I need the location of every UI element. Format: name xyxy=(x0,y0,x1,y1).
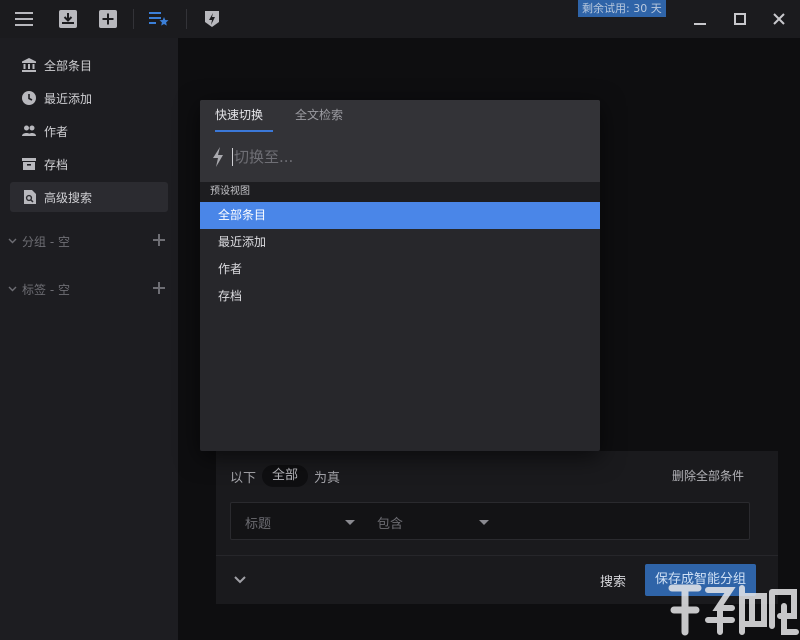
section-header: 预设视图 xyxy=(200,182,600,202)
menu-icon[interactable] xyxy=(12,7,36,31)
add-icon[interactable] xyxy=(152,233,166,247)
dialog-tabs: 快速切换 全文检索 xyxy=(200,100,600,132)
delete-all-conditions-button[interactable]: 删除全部条件 xyxy=(672,467,744,484)
clock-icon xyxy=(22,91,36,105)
archive-icon xyxy=(22,157,36,171)
text-cursor xyxy=(232,148,233,166)
group-header-label: 分组 - 空 xyxy=(22,234,70,249)
chevron-down-icon xyxy=(8,238,20,244)
chevron-down-icon xyxy=(8,286,20,292)
app-window: 剩余试用: 30 天 全部条目 最近添加 作者 存档 高级搜索 分组 - 空 标… xyxy=(0,0,800,640)
switch-input[interactable] xyxy=(234,145,574,169)
sidebar-item-recently-added[interactable]: 最近添加 xyxy=(10,83,168,113)
expand-chevron-icon[interactable] xyxy=(232,572,248,588)
sidebar-item-advanced-search[interactable]: 高级搜索 xyxy=(10,182,168,212)
toolbar-divider xyxy=(186,9,187,29)
sidebar-item-all-items[interactable]: 全部条目 xyxy=(10,50,168,80)
chevron-down-icon[interactable] xyxy=(479,520,489,525)
list-item[interactable]: 最近添加 xyxy=(200,229,600,256)
close-icon[interactable] xyxy=(769,9,789,29)
sidebar-item-authors[interactable]: 作者 xyxy=(10,116,168,146)
minimize-icon[interactable] xyxy=(690,9,710,29)
field-select[interactable]: 标题 xyxy=(245,513,271,532)
sidebar-item-label: 全部条目 xyxy=(44,58,93,73)
trial-badge: 剩余试用: 30 天 xyxy=(578,0,666,17)
search-button[interactable]: 搜索 xyxy=(600,571,626,590)
list-item[interactable]: 全部条目 xyxy=(200,202,600,229)
match-suffix: 为真 xyxy=(314,470,341,486)
sidebar-item-label: 高级搜索 xyxy=(44,190,93,205)
switch-input-row xyxy=(200,132,600,182)
top-toolbar: 剩余试用: 30 天 xyxy=(0,0,800,38)
add-icon[interactable] xyxy=(152,281,166,295)
bolt-icon xyxy=(212,147,224,167)
tab-quick-switch[interactable]: 快速切换 xyxy=(215,100,273,132)
sidebar: 全部条目 最近添加 作者 存档 高级搜索 分组 - 空 标签 - 空 xyxy=(0,38,178,640)
group-header-collections[interactable]: 分组 - 空 xyxy=(8,231,168,251)
list-item[interactable]: 作者 xyxy=(200,256,600,283)
list-item[interactable]: 存档 xyxy=(200,283,600,310)
divider xyxy=(216,555,778,556)
match-prefix: 以下 xyxy=(230,470,257,486)
sidebar-item-archive[interactable]: 存档 xyxy=(10,149,168,179)
add-box-icon[interactable] xyxy=(96,7,120,31)
chevron-down-icon[interactable] xyxy=(345,520,355,525)
tab-fulltext-search[interactable]: 全文检索 xyxy=(295,100,343,132)
group-header-label: 标签 - 空 xyxy=(22,282,70,297)
sidebar-item-label: 存档 xyxy=(44,157,69,172)
advanced-search-icon xyxy=(22,190,36,204)
operator-select[interactable]: 包含 xyxy=(377,513,403,532)
condition-row: 标题 包含 xyxy=(230,502,750,540)
toolbar-divider xyxy=(133,9,134,29)
smart-list-icon[interactable] xyxy=(147,7,171,31)
sidebar-item-label: 最近添加 xyxy=(44,91,93,106)
site-watermark-logo xyxy=(668,580,800,640)
maximize-icon[interactable] xyxy=(730,9,750,29)
people-icon xyxy=(22,124,36,138)
match-scope-toggle[interactable]: 全部 xyxy=(262,465,309,487)
bolt-badge-icon[interactable] xyxy=(200,7,224,31)
inbox-download-icon[interactable] xyxy=(56,7,80,31)
sidebar-item-label: 作者 xyxy=(44,124,69,139)
library-icon xyxy=(22,58,36,72)
group-header-tags[interactable]: 标签 - 空 xyxy=(8,279,168,299)
match-condition-row: 以下 全部 为真 xyxy=(230,465,340,487)
quick-switch-dialog: 快速切换 全文检索 预设视图 全部条目 最近添加 作者 存档 xyxy=(200,100,600,451)
